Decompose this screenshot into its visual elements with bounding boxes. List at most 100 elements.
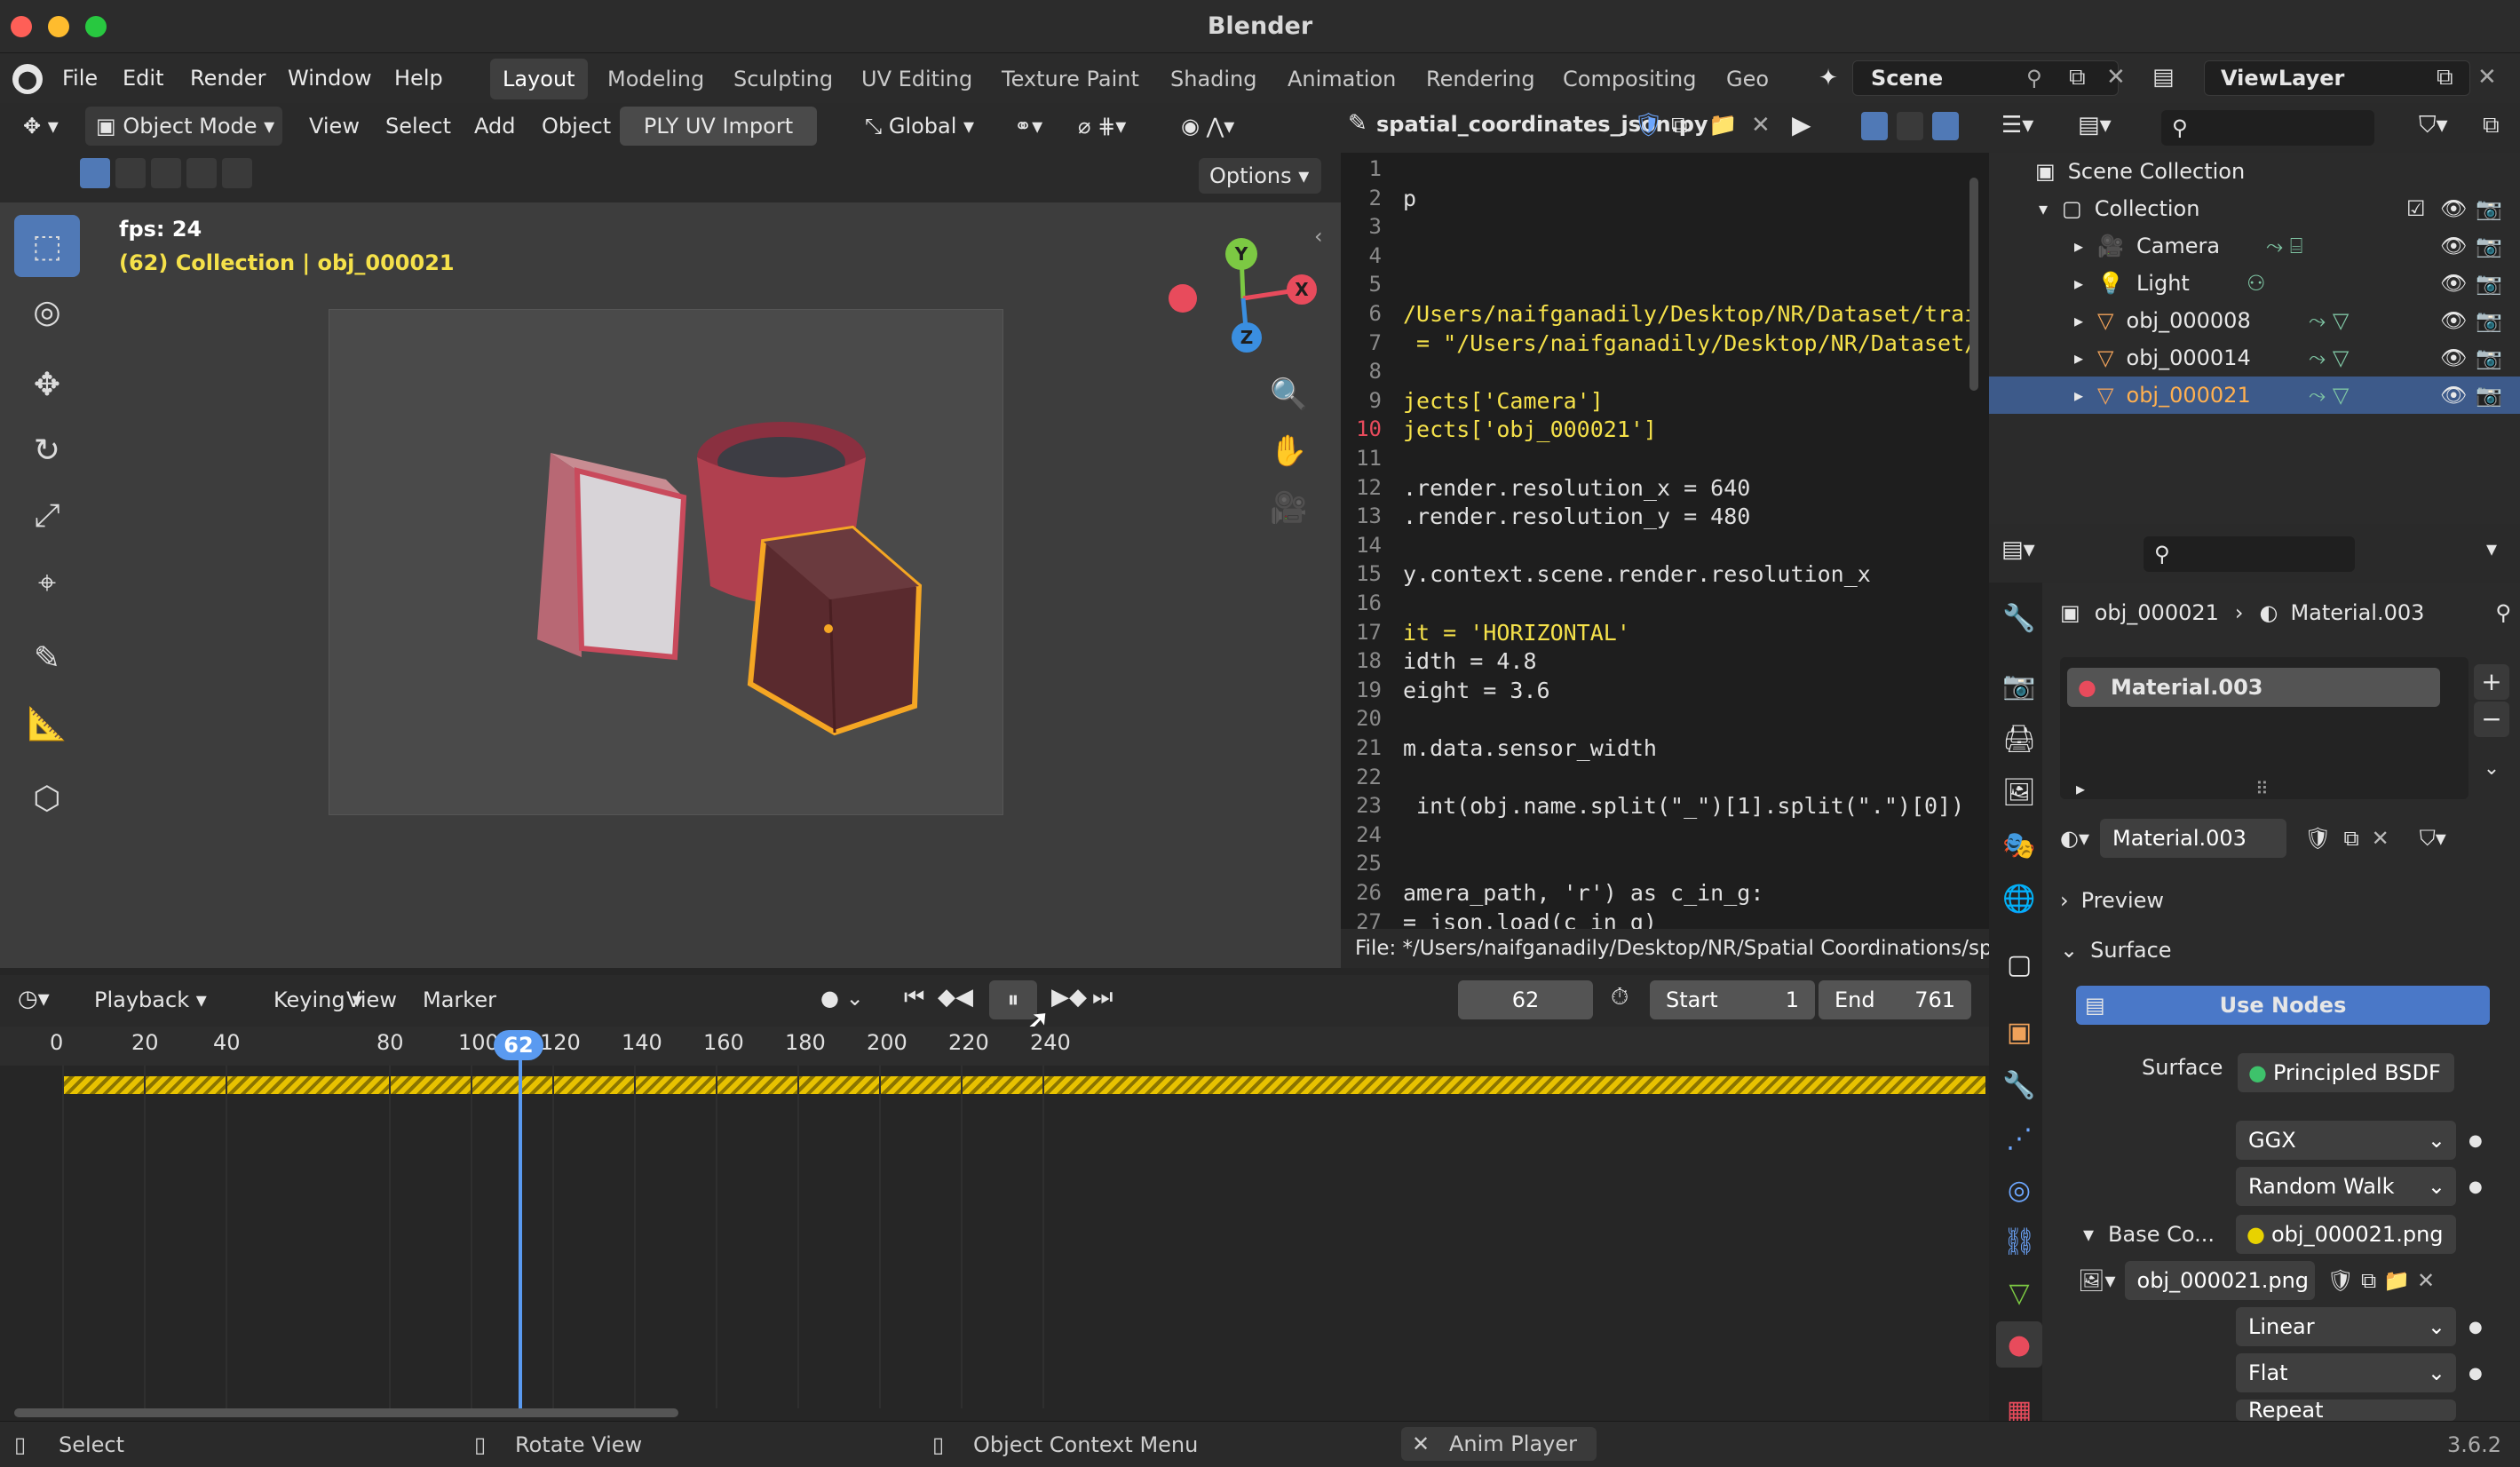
sidebar-toggle-icon[interactable]: ‹ xyxy=(1314,224,1323,249)
outliner-row-scene-collection[interactable]: ▣ Scene Collection xyxy=(1989,153,2520,190)
new-collection-icon[interactable]: ⧉ xyxy=(2483,112,2500,139)
jump-keyframe-back-icon[interactable]: ◆◀ xyxy=(938,984,973,1011)
render-tab-icon[interactable]: 📷 xyxy=(1996,662,2042,709)
proportional-edit-icon[interactable]: ◉ ⋀▾ xyxy=(1181,107,1234,146)
menu-edit[interactable]: Edit xyxy=(123,53,163,103)
visibility-eye-icon[interactable]: 👁 xyxy=(2440,345,2467,370)
keyframe-dot-icon[interactable]: ● xyxy=(2468,1131,2483,1150)
collection-tab-icon[interactable]: ▢ xyxy=(1996,941,2042,987)
visibility-eye-icon[interactable]: 👁 xyxy=(2440,271,2467,296)
visibility-eye-icon[interactable]: 👁 xyxy=(2440,308,2467,333)
outliner-row-obj-000021[interactable]: ▸ ▽ obj_000021 ⤳ ▽ 👁 📷 xyxy=(1989,377,2520,414)
surface-shader-field[interactable]: ● Principled BSDF xyxy=(2238,1053,2454,1092)
menu-render[interactable]: Render xyxy=(190,53,265,103)
duplicate-image-icon[interactable]: ⧉ xyxy=(2361,1268,2376,1293)
material-tab-icon[interactable]: ● xyxy=(1996,1321,2042,1368)
ply-uv-import-button[interactable]: PLY UV Import xyxy=(620,107,817,146)
timeline-editor-icon[interactable]: ◷▾ xyxy=(18,986,50,1012)
annotate-tool-icon[interactable]: ✎ xyxy=(14,627,80,689)
subsurface-method-dropdown[interactable]: Random Walk ⌄ xyxy=(2236,1167,2456,1206)
jump-start-icon[interactable]: ⏮ xyxy=(904,984,924,1011)
selected-box-object[interactable] xyxy=(747,525,923,736)
transform-orientation-dropdown[interactable]: ⤡ Global ▾ xyxy=(854,107,996,146)
view-layer-tab-icon[interactable]: 🖼 xyxy=(1996,769,2042,815)
outliner-row-camera[interactable]: ▸ 🎥 Camera ⤳ ⌸ 👁 📷 xyxy=(1989,227,2520,265)
code-line[interactable]: m.data.sensor_width xyxy=(1403,735,1657,761)
interpolation-dropdown[interactable]: Linear ⌄ xyxy=(2236,1307,2456,1346)
current-frame-field[interactable]: 62 xyxy=(1458,980,1593,1019)
code-line[interactable]: = "/Users/naifganadily/Desktop/NR/Datase… xyxy=(1403,330,1977,356)
open-image-icon[interactable]: 📁 xyxy=(2383,1268,2410,1293)
end-frame-field[interactable]: End 761 xyxy=(1819,980,1971,1019)
scene-selector-icon[interactable]: ✦ xyxy=(1806,60,1850,96)
code-line[interactable]: .render.resolution_y = 480 xyxy=(1403,504,1750,529)
expand-arrow-icon[interactable]: ▸ xyxy=(2074,273,2083,294)
tab-layout[interactable]: Layout xyxy=(490,59,588,99)
move-tool-icon[interactable]: ✥ xyxy=(14,353,80,416)
unlink-material-icon[interactable]: ✕ xyxy=(2372,826,2389,851)
tab-rendering[interactable]: Rendering xyxy=(1414,59,1548,99)
select-box-tool-icon[interactable]: ⬚ xyxy=(14,215,80,277)
exclude-checkbox[interactable]: ☑ xyxy=(2406,196,2426,221)
stopwatch-icon[interactable]: ⏱ xyxy=(1611,984,1628,1011)
render-camera-icon[interactable]: 📷 xyxy=(2476,383,2502,408)
render-camera-icon[interactable]: 📷 xyxy=(2476,308,2502,333)
pin-icon[interactable]: ⚲ xyxy=(2026,66,2042,91)
options-dropdown[interactable]: Options ▾ xyxy=(1199,158,1321,194)
playhead-frame-label[interactable]: 62 xyxy=(494,1030,543,1060)
filter-icon[interactable]: ⛉▾ xyxy=(2419,112,2448,139)
menu-window[interactable]: Window xyxy=(288,53,372,103)
blender-logo-icon[interactable]: ⬤ xyxy=(12,64,43,94)
record-icon[interactable]: ● ⌄ xyxy=(820,986,864,1011)
duplicate-material-icon[interactable]: ⧉ xyxy=(2343,826,2358,851)
text-editor[interactable] xyxy=(1341,103,1989,968)
code-line[interactable]: /Users/naifganadily/Desktop/NR/Dataset/t… xyxy=(1403,301,1977,327)
red-box-object[interactable] xyxy=(537,453,687,661)
delete-scene-icon[interactable]: ✕ xyxy=(2106,64,2126,91)
modifier-tab-icon[interactable]: 🔧 xyxy=(1996,1062,2042,1108)
visibility-eye-icon[interactable]: 👁 xyxy=(2440,234,2467,258)
view-layer-icon[interactable]: ▤ xyxy=(2152,64,2175,91)
fake-user-icon[interactable]: 🛡 xyxy=(2304,826,2331,851)
menu-file[interactable]: File xyxy=(62,53,98,103)
render-camera-icon[interactable]: 📷 xyxy=(2476,345,2502,370)
select-intersect-icon[interactable] xyxy=(222,158,252,188)
extension-dropdown[interactable]: Repeat xyxy=(2236,1400,2456,1421)
tab-shading[interactable]: Shading xyxy=(1158,59,1270,99)
select-new-icon[interactable] xyxy=(80,158,110,188)
render-camera-icon[interactable]: 📷 xyxy=(2476,234,2502,258)
code-line[interactable]: it = 'HORIZONTAL' xyxy=(1403,620,1630,646)
new-scene-icon[interactable]: ⧉ xyxy=(2069,64,2086,91)
display-mode-icon[interactable]: ▤▾ xyxy=(2078,112,2112,139)
add-slot-button[interactable]: + xyxy=(2474,664,2509,700)
text-scrollbar[interactable] xyxy=(1969,178,1978,391)
playhead-line[interactable] xyxy=(519,1030,522,1412)
code-line[interactable]: y.context.scene.render.resolution_x xyxy=(1403,561,1871,587)
zoom-icon[interactable]: 🔍 xyxy=(1270,377,1307,412)
code-line[interactable]: jects['obj_000021'] xyxy=(1403,416,1657,442)
visibility-eye-icon[interactable]: 👁 xyxy=(2440,383,2467,408)
timeline-menu-view[interactable]: View xyxy=(346,980,397,1019)
cursor-tool-icon[interactable]: ◎ xyxy=(14,281,80,343)
viewport-menu-object[interactable]: Object xyxy=(542,107,611,146)
world-tab-icon[interactable]: 🌐 xyxy=(1996,876,2042,922)
outliner-editor-icon[interactable]: ☰▾ xyxy=(2001,112,2033,139)
select-subtract-icon[interactable] xyxy=(151,158,181,188)
remove-slot-button[interactable]: − xyxy=(2474,702,2509,737)
timeline-menu-playback[interactable]: Playback ▾ xyxy=(83,980,218,1019)
material-name-field[interactable]: Material.003 xyxy=(2100,819,2286,858)
tab-geo[interactable]: Geo xyxy=(1714,59,1781,99)
neg-x-axis-icon[interactable] xyxy=(1169,284,1197,313)
data-tab-icon[interactable]: ▽ xyxy=(1996,1270,2042,1316)
render-camera-icon[interactable]: 📷 xyxy=(2476,271,2502,296)
fake-user-icon[interactable]: 🛡 xyxy=(2327,1268,2354,1293)
code-line[interactable]: amera_path, 'r') as c_in_g: xyxy=(1403,880,1763,906)
physics-tab-icon[interactable]: ◎ xyxy=(1996,1167,2042,1213)
frame-ruler[interactable] xyxy=(0,1027,1989,1066)
tab-uv-editing[interactable]: UV Editing xyxy=(849,59,985,99)
outliner-row-light[interactable]: ▸ 💡 Light ⚇ 👁 📷 xyxy=(1989,265,2520,302)
select-extend-icon[interactable] xyxy=(115,158,146,188)
code-line[interactable]: p xyxy=(1403,186,1416,211)
surface-panel-header[interactable]: ⌄ Surface xyxy=(2060,931,2504,970)
code-line[interactable]: .render.resolution_x = 640 xyxy=(1403,475,1750,501)
